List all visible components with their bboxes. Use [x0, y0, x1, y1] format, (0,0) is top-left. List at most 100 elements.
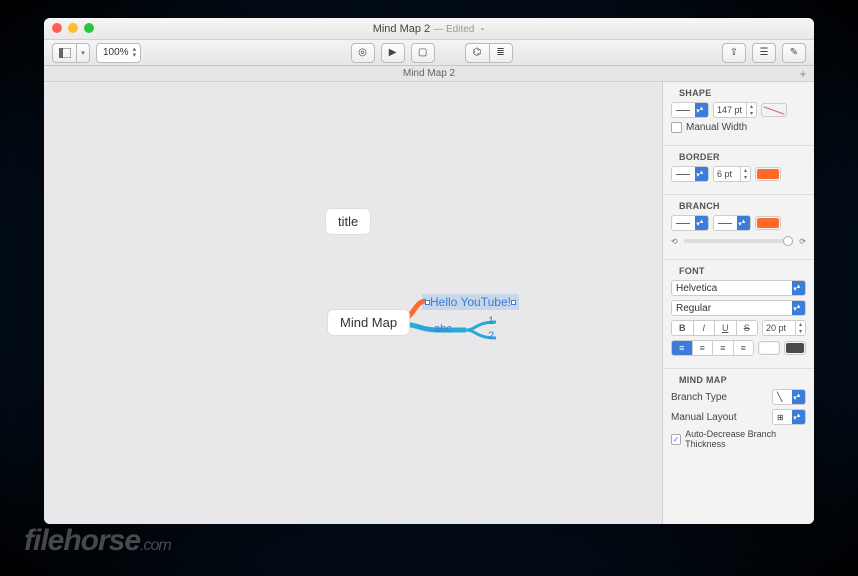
align-center-button[interactable]: ≡ — [693, 341, 714, 355]
image-button[interactable]: ▢ — [411, 43, 435, 63]
stepper-buttons[interactable]: ▴▾ — [795, 321, 805, 335]
node-title[interactable]: title — [325, 208, 371, 235]
manual-layout-label: Manual Layout — [671, 412, 768, 423]
title-text: Mind Map 2 — [373, 23, 430, 35]
titlebar: Mind Map 2 — Edited ⌄ — [44, 18, 814, 40]
content-area: title Mind Map Hello YouTube! abc 1 2 SH… — [44, 82, 814, 524]
section-mindmap-header: MIND MAP — [671, 369, 806, 389]
record-button[interactable]: ▶ — [381, 43, 405, 63]
toolbar: ▾ 100% ▴▾ ◎ ▶ ▢ ⌬ ≣ ⇪ ☰ ✎ — [44, 40, 814, 66]
add-tab-button[interactable]: + — [796, 67, 810, 81]
branch-thickness-slider[interactable] — [684, 239, 794, 243]
manual-layout-select[interactable]: ⊞ — [772, 409, 806, 425]
color-chip — [786, 343, 804, 353]
node-abc[interactable]: abc — [434, 323, 452, 335]
manual-width-checkbox[interactable] — [671, 122, 682, 133]
auto-decrease-label: Auto-Decrease Branch Thickness — [685, 429, 806, 449]
close-icon[interactable] — [52, 23, 62, 33]
manual-width-label: Manual Width — [686, 122, 747, 133]
auto-decrease-checkbox[interactable]: ✓ — [671, 434, 681, 445]
layout-icon: ⊞ — [777, 413, 784, 422]
window-title: Mind Map 2 — Edited ⌄ — [373, 23, 486, 35]
node-1[interactable]: 1 — [488, 315, 494, 327]
node-main[interactable]: Mind Map — [327, 309, 410, 336]
share-icon: ⇪ — [730, 47, 738, 58]
bold-button[interactable]: B — [672, 321, 694, 335]
list-button[interactable]: ≣ — [489, 43, 513, 63]
branch-style-select[interactable] — [671, 215, 709, 231]
chevron-updown-icon — [737, 216, 750, 230]
shape-width-stepper[interactable]: 147 pt ▴▾ — [713, 102, 757, 118]
target-button[interactable]: ◎ — [351, 43, 375, 63]
link-icon: ⟲ — [671, 237, 678, 246]
font-family-select[interactable]: Helvetica — [671, 280, 806, 296]
note-icon: ✎ — [790, 47, 798, 58]
font-size-stepper[interactable]: 20 pt▴▾ — [762, 320, 806, 336]
shape-style-select[interactable] — [671, 102, 709, 118]
section-mindmap: MIND MAP Branch Type ╲ Manual Layout ⊞ ✓… — [663, 369, 814, 461]
border-color-swatch[interactable] — [755, 167, 781, 181]
maximize-icon[interactable] — [84, 23, 94, 33]
chevron-updown-icon — [792, 301, 805, 315]
italic-button[interactable]: I — [694, 321, 716, 335]
view-dropdown-button[interactable]: ▾ — [76, 43, 90, 63]
zoom-select[interactable]: 100% ▴▾ — [96, 43, 141, 63]
align-left-button[interactable]: ≡ — [672, 341, 693, 355]
chevron-updown-icon — [695, 103, 708, 117]
chevron-down-icon: ▾ — [81, 49, 85, 57]
watermark-text: filehorse — [24, 524, 140, 557]
align-right-button[interactable]: ≡ — [713, 341, 734, 355]
hierarchy-icon: ⌬ — [473, 47, 482, 58]
shape-color-swatch[interactable] — [761, 103, 787, 117]
font-style-select[interactable]: Regular — [671, 300, 806, 316]
node-selected[interactable]: Hello YouTube! — [422, 294, 519, 310]
stepper-buttons[interactable]: ▴▾ — [746, 103, 756, 117]
title-dropdown-icon[interactable]: ⌄ — [479, 26, 485, 32]
curve-icon: ╲ — [777, 392, 782, 403]
branch-color-swatch[interactable] — [755, 216, 781, 230]
font-biu-segment: B I U S — [671, 320, 758, 336]
strike-button[interactable]: S — [737, 321, 758, 335]
no-color-icon — [763, 105, 785, 115]
list-icon: ≣ — [496, 47, 504, 58]
inspector-sidebar: SHAPE 147 pt ▴▾ Manual Width BORDER 6 pt ▴… — [662, 82, 814, 524]
chevron-updown-icon — [695, 167, 708, 181]
align-justify-button[interactable]: ≡ — [734, 341, 754, 355]
help-button[interactable]: ✎ — [782, 43, 806, 63]
shape-width-value: 147 pt — [717, 105, 742, 115]
section-font-header: FONT — [671, 260, 806, 280]
border-width-stepper[interactable]: 6 pt ▴▾ — [713, 166, 751, 182]
branch-end-select[interactable] — [713, 215, 751, 231]
node-2[interactable]: 2 — [488, 330, 494, 342]
outline-button[interactable]: ⌬ — [465, 43, 489, 63]
underline-button[interactable]: U — [715, 321, 737, 335]
inspector-button[interactable]: ☰ — [752, 43, 776, 63]
section-border-header: BORDER — [671, 146, 806, 166]
canvas[interactable]: title Mind Map Hello YouTube! abc 1 2 — [44, 82, 662, 524]
watermark-suffix: .com — [140, 537, 171, 554]
selection-handle-right[interactable] — [511, 300, 516, 305]
minimize-icon[interactable] — [68, 23, 78, 33]
section-branch: BRANCH ⟲ ⟳ — [663, 195, 814, 260]
sidebar-toggle-button[interactable] — [52, 43, 76, 63]
link-icon: ⟳ — [799, 237, 806, 246]
branch-type-label: Branch Type — [671, 392, 768, 403]
text-bgcolor-swatch[interactable] — [784, 341, 806, 355]
tab-label[interactable]: Mind Map 2 — [403, 68, 455, 79]
branch-type-select[interactable]: ╲ — [772, 389, 806, 405]
tab-bar: Mind Map 2 + — [44, 66, 814, 82]
color-chip — [757, 218, 779, 228]
border-width-value: 6 pt — [717, 169, 732, 179]
line-icon — [718, 223, 732, 224]
section-shape-header: SHAPE — [671, 82, 806, 102]
slider-thumb[interactable] — [783, 236, 793, 246]
watermark: filehorse.com — [24, 524, 171, 558]
line-icon — [676, 110, 690, 111]
border-style-select[interactable] — [671, 166, 709, 182]
share-button[interactable]: ⇪ — [722, 43, 746, 63]
section-font: FONT Helvetica Regular B I U S 20 pt▴▾ ≡… — [663, 260, 814, 369]
color-chip — [757, 169, 779, 179]
stepper-buttons[interactable]: ▴▾ — [740, 167, 750, 181]
text-color-swatch[interactable] — [758, 341, 780, 355]
record-icon: ▶ — [389, 47, 397, 58]
